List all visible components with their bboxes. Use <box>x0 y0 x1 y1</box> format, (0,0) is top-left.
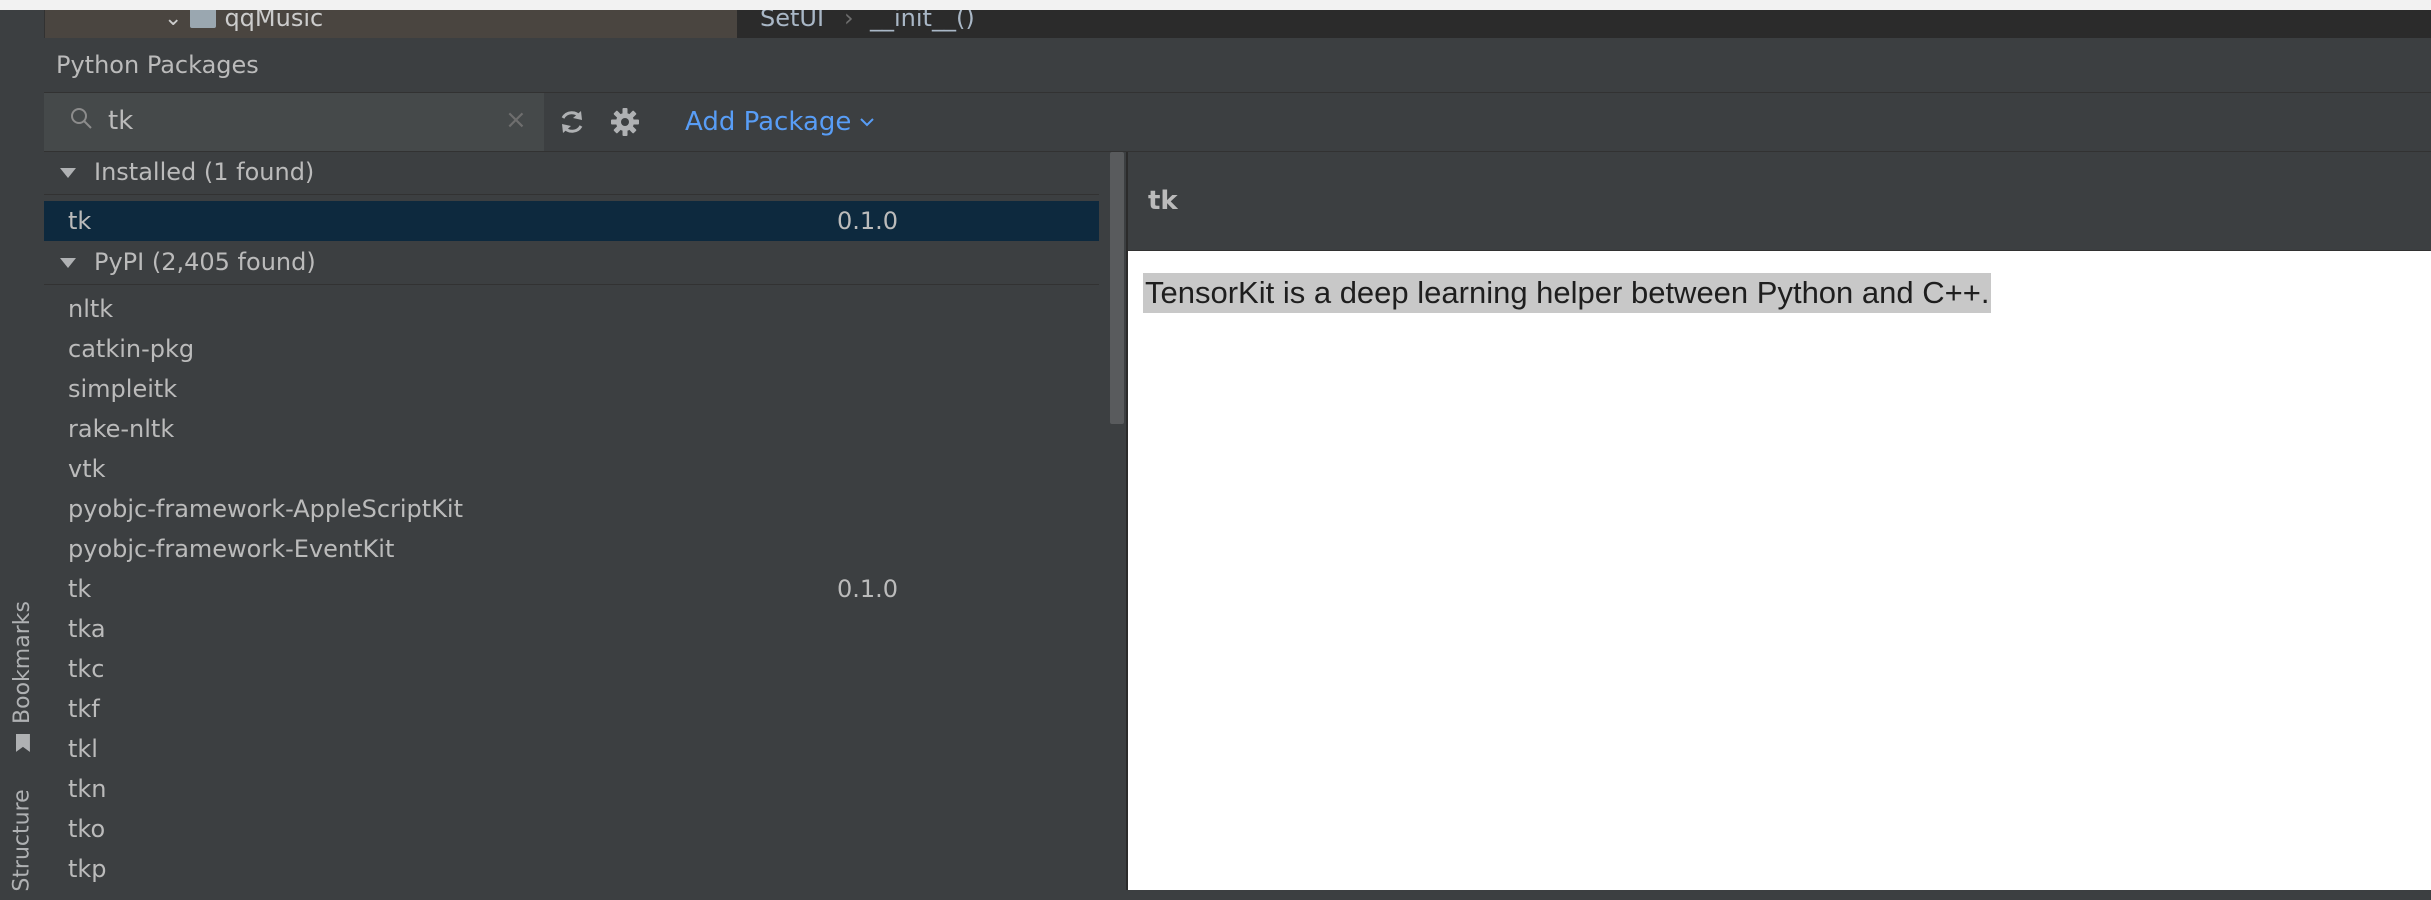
list-item[interactable]: rake-nltk <box>44 409 1099 449</box>
list-item[interactable]: tkc <box>44 649 1099 689</box>
list-item[interactable]: tka <box>44 609 1099 649</box>
package-name: rake-nltk <box>68 415 175 443</box>
list-item[interactable]: tk 0.1.0 <box>44 201 1099 241</box>
clear-search-icon[interactable]: × <box>505 107 527 133</box>
list-scrollbar-thumb[interactable] <box>1110 152 1124 424</box>
package-name: pyobjc-framework-AppleScriptKit <box>68 495 464 523</box>
chevron-down-icon <box>860 118 875 127</box>
bookmarks-tab[interactable]: Bookmarks <box>6 590 38 760</box>
package-name: catkin-pkg <box>68 335 195 363</box>
list-item[interactable]: tkf <box>44 689 1099 729</box>
folder-label: qqMusic <box>224 10 324 32</box>
package-name: tkf <box>68 695 100 723</box>
list-item[interactable]: pyobjc-framework-EventKit <box>44 529 1099 569</box>
package-name: tkc <box>68 655 105 683</box>
list-item[interactable]: tko <box>44 809 1099 849</box>
list-item[interactable]: nltk <box>44 289 1099 329</box>
list-item[interactable]: tk 0.1.0 <box>44 569 1099 609</box>
bookmarks-tab-label: Bookmarks <box>9 600 35 724</box>
structure-tab[interactable]: Structure <box>6 780 38 900</box>
structure-tab-label: Structure <box>9 788 35 892</box>
package-search-field[interactable]: tk × <box>44 93 544 151</box>
bookmark-icon <box>15 733 29 751</box>
breadcrumb-class[interactable]: SetUI <box>760 10 824 32</box>
package-name: tkn <box>68 775 107 803</box>
list-item[interactable]: tkl <box>44 729 1099 769</box>
gear-icon[interactable] <box>610 107 640 137</box>
list-item[interactable]: catkin-pkg <box>44 329 1099 369</box>
package-name: pyobjc-framework-EventKit <box>68 535 395 563</box>
project-tree-strip: ⌄ qqMusic <box>44 10 737 38</box>
package-detail-body: TensorKit is a deep learning helper betw… <box>1128 251 2431 890</box>
refresh-icon[interactable] <box>558 108 586 136</box>
installed-section-header[interactable]: Installed (1 found) <box>44 152 1099 195</box>
list-item[interactable]: simpleitk <box>44 369 1099 409</box>
package-version: 0.1.0 <box>837 575 899 603</box>
list-item[interactable]: pyobjc-framework-AppleScriptKit <box>44 489 1099 529</box>
expand-triangle-icon <box>60 258 76 268</box>
pypi-section-header[interactable]: PyPI (2,405 found) <box>44 242 1099 285</box>
list-item[interactable]: tkp <box>44 849 1099 889</box>
tool-window-title: Python Packages <box>56 51 259 79</box>
search-icon <box>71 108 92 129</box>
package-name: tk <box>68 575 92 603</box>
tool-window-header: Python Packages <box>44 38 2431 93</box>
project-folder-item[interactable]: ⌄ qqMusic <box>164 10 323 32</box>
package-description: TensorKit is a deep learning helper betw… <box>1143 273 1992 313</box>
package-list: Installed (1 found) tk 0.1.0 PyPI (2,405… <box>44 152 1128 890</box>
folder-icon <box>190 10 217 28</box>
search-input[interactable]: tk <box>108 106 133 136</box>
package-name: tkp <box>68 855 107 883</box>
package-detail-header: tk <box>1128 152 2431 251</box>
package-name: nltk <box>68 295 114 323</box>
package-name: tka <box>68 615 106 643</box>
side-tool-strip: Bookmarks Structure <box>0 10 45 891</box>
breadcrumb-separator: › <box>844 10 854 32</box>
breadcrumb-method[interactable]: __init__() <box>870 10 975 32</box>
installed-header-label: Installed (1 found) <box>94 158 315 186</box>
package-name: tko <box>68 815 106 843</box>
chevron-down-icon: ⌄ <box>164 10 183 31</box>
add-package-label: Add Package <box>685 107 852 137</box>
package-name: tkl <box>68 735 98 763</box>
package-name: tk <box>68 207 92 235</box>
window-top-edge <box>0 0 2431 10</box>
packages-toolbar: tk × Add Package <box>44 93 2431 152</box>
expand-triangle-icon <box>60 168 76 178</box>
editor-breadcrumb-bar: ⌄ qqMusic SetUI › __init__() <box>44 10 2431 38</box>
detail-package-name: tk <box>1148 186 1178 216</box>
list-item[interactable]: tkn <box>44 769 1099 809</box>
package-version: 0.1.0 <box>837 207 899 235</box>
pypi-header-label: PyPI (2,405 found) <box>94 248 316 276</box>
list-item[interactable]: vtk <box>44 449 1099 489</box>
add-package-button[interactable]: Add Package <box>685 107 875 137</box>
package-name: simpleitk <box>68 375 178 403</box>
package-name: vtk <box>68 455 106 483</box>
